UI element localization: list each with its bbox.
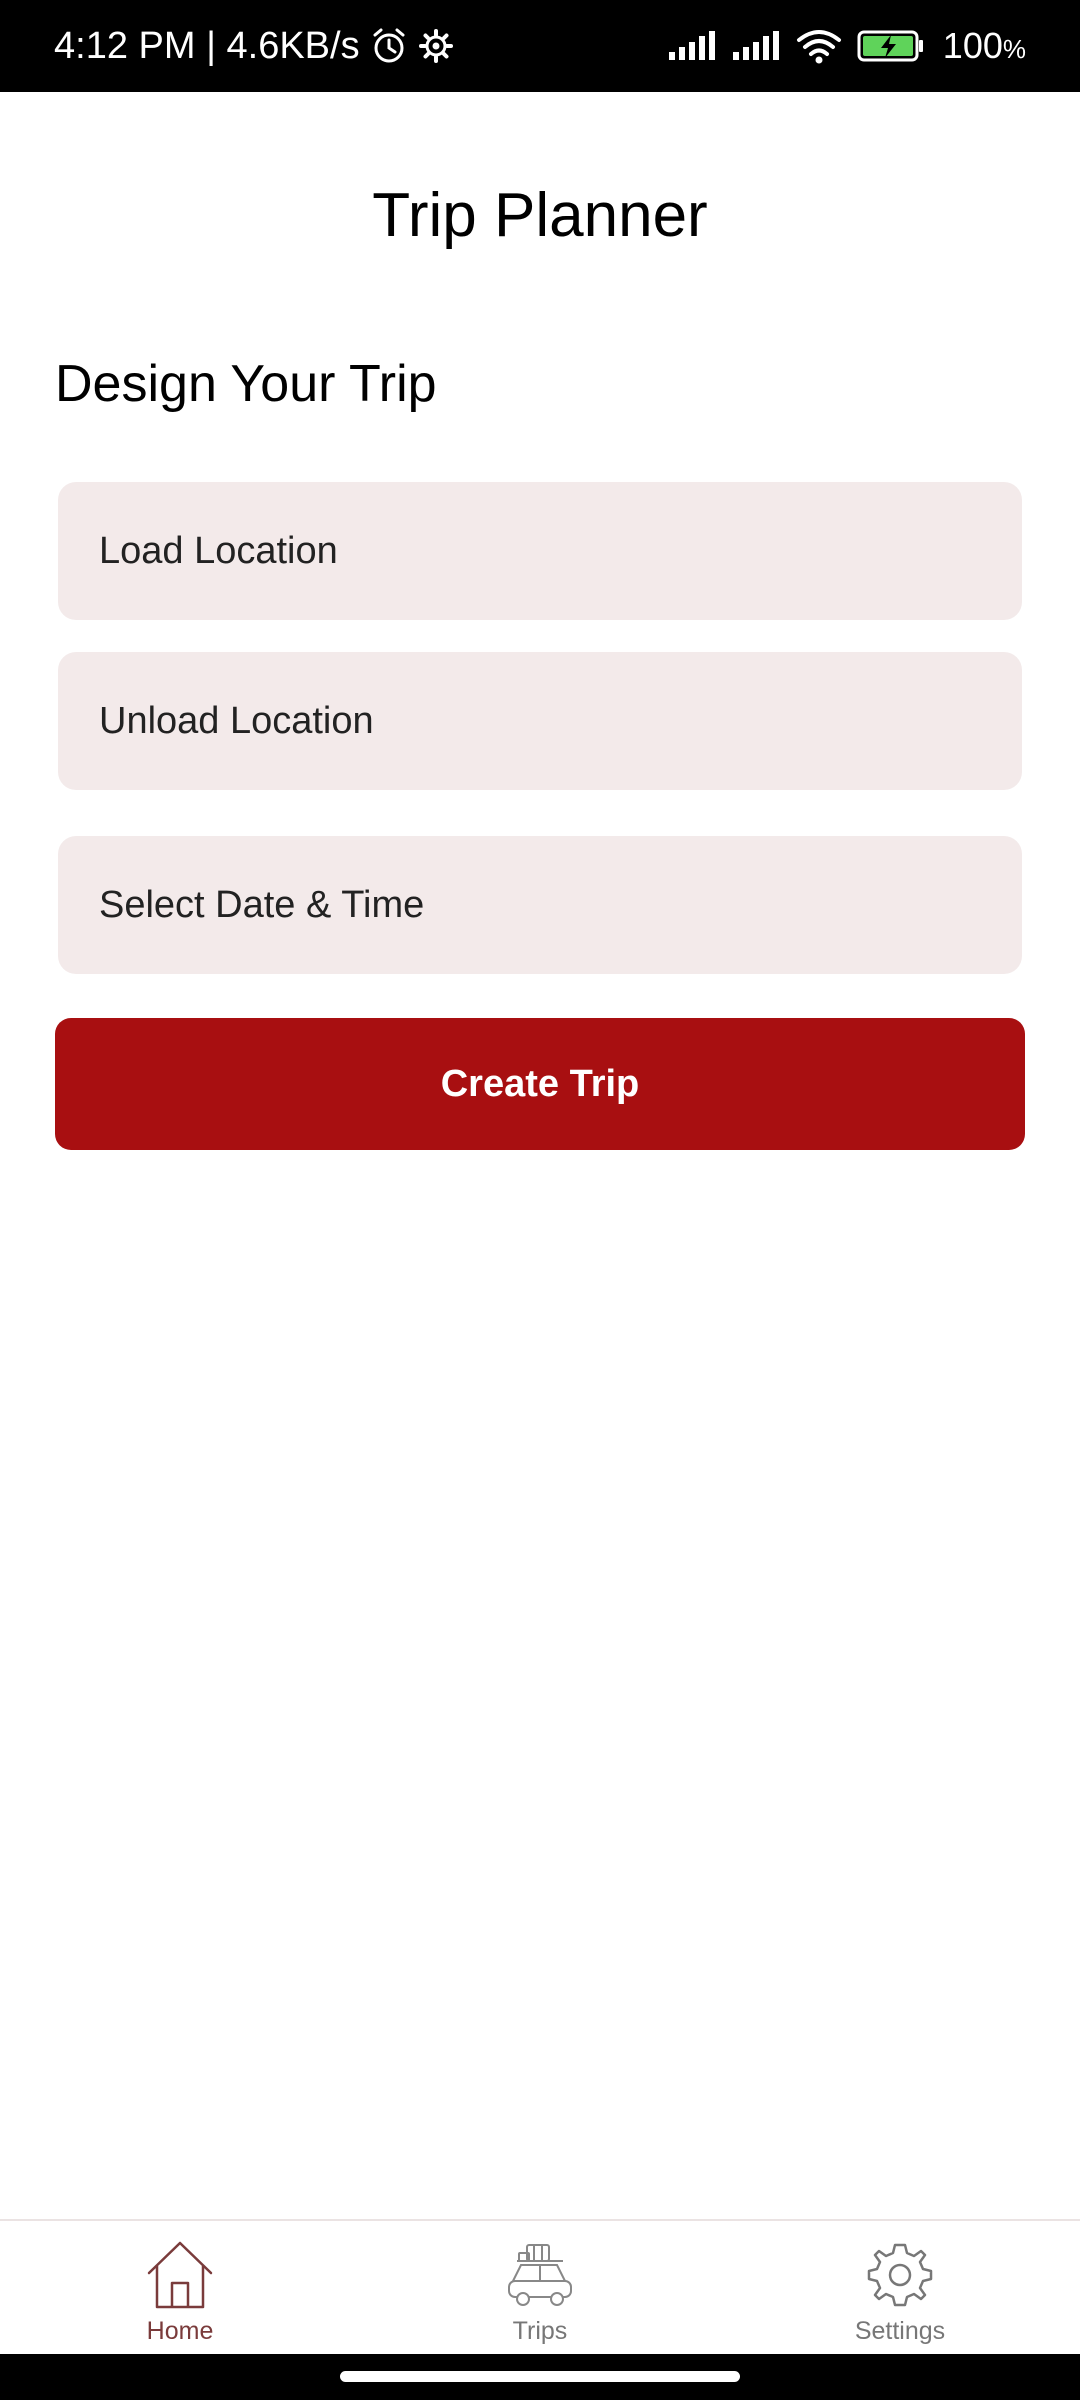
- status-bar: 4:12 PM | 4.6KB/s 100%: [0, 0, 1080, 92]
- load-location-field[interactable]: Load Location: [58, 482, 1022, 620]
- load-location-placeholder: Load Location: [99, 529, 338, 572]
- battery-charging-icon: [857, 29, 925, 63]
- battery-unit: %: [1002, 34, 1026, 64]
- wifi-icon: [795, 28, 843, 64]
- gesture-handle[interactable]: [340, 2371, 740, 2382]
- date-time-placeholder: Select Date & Time: [99, 883, 425, 926]
- home-icon: [145, 2239, 215, 2311]
- nav-item-settings[interactable]: Settings: [720, 2221, 1080, 2354]
- unload-location-placeholder: Unload Location: [99, 699, 374, 742]
- status-time-speed: 4:12 PM | 4.6KB/s: [54, 24, 360, 67]
- status-right: 100%: [667, 25, 1026, 67]
- create-trip-button[interactable]: Create Trip: [55, 1018, 1025, 1150]
- battery-level-value: 100: [942, 25, 1003, 66]
- gesture-bar: [0, 2354, 1080, 2400]
- page-title: Trip Planner: [372, 181, 708, 250]
- signal-icon: [667, 30, 717, 62]
- car-luggage-icon: [505, 2239, 575, 2311]
- gear-icon: [865, 2239, 935, 2311]
- nav-label-settings: Settings: [854, 2317, 946, 2345]
- nav-label-trips: Trips: [512, 2317, 568, 2345]
- unload-location-field[interactable]: Unload Location: [58, 652, 1022, 790]
- battery-level: 100%: [943, 25, 1026, 67]
- nav-item-trips[interactable]: Trips: [360, 2221, 720, 2354]
- bottom-nav: Home Trips Settings: [0, 2219, 1080, 2354]
- nav-label-home: Home: [146, 2317, 214, 2345]
- nav-item-home[interactable]: Home: [0, 2221, 360, 2354]
- alarm-icon: [370, 27, 408, 65]
- section-title: Design Your Trip: [55, 355, 437, 413]
- gear-icon: [418, 28, 454, 64]
- status-left: 4:12 PM | 4.6KB/s: [54, 25, 454, 68]
- date-time-field[interactable]: Select Date & Time: [58, 836, 1022, 974]
- signal-icon: [731, 30, 781, 62]
